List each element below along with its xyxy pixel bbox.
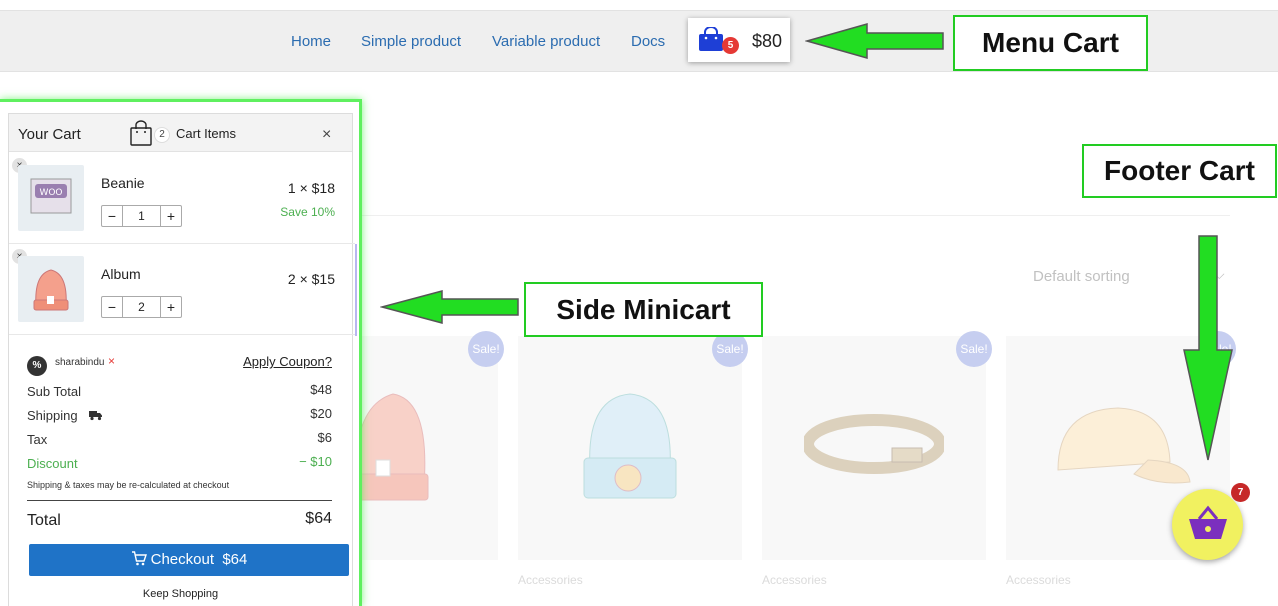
- qty-increase-button[interactable]: +: [161, 206, 181, 226]
- cart-item-price: 2 × $15: [287, 271, 335, 287]
- cart-item: × Album − 2 + 2 × $15: [9, 244, 355, 335]
- footer-cart-button[interactable]: [1172, 489, 1243, 560]
- qty-decrease-button[interactable]: −: [102, 297, 122, 317]
- sorting-select[interactable]: Default sorting: [1033, 268, 1130, 285]
- truck-icon: [89, 408, 103, 426]
- side-minicart-annotation: Side Minicart: [524, 282, 763, 337]
- svg-text:WOO: WOO: [39, 188, 62, 198]
- minicart-count-badge: 2: [154, 127, 170, 143]
- product-category: Accessories: [762, 573, 827, 587]
- nav-link-variable-product[interactable]: Variable product: [492, 33, 600, 50]
- cap-image: [1057, 407, 1191, 484]
- shipping-label: Shipping: [27, 408, 78, 423]
- shipping-value: $20: [310, 406, 332, 421]
- checkout-label: Checkout: [150, 551, 214, 568]
- product-card[interactable]: [518, 336, 742, 560]
- product-thumbnail: [18, 256, 84, 322]
- qty-decrease-button[interactable]: −: [102, 206, 122, 226]
- scrollbar[interactable]: [355, 244, 357, 336]
- product-thumbnail: WOO: [18, 165, 84, 231]
- beanie-with-logo-image: [583, 393, 677, 499]
- minicart-panel: Your Cart 2 Cart Items × ×: [8, 113, 357, 606]
- discount-value: − $10: [299, 454, 332, 469]
- basket-icon: [1189, 505, 1227, 539]
- arrow-left-icon: [380, 290, 519, 324]
- divider: [360, 215, 1230, 216]
- nav-link-home[interactable]: Home: [291, 33, 331, 50]
- footer-cart-count-badge: 7: [1231, 483, 1250, 502]
- quantity-stepper: − 1 +: [101, 205, 182, 227]
- product-category: Accessories: [1006, 573, 1071, 587]
- shopping-bag-icon: [130, 120, 152, 151]
- product-card[interactable]: [762, 336, 986, 560]
- menu-cart[interactable]: 5 $80: [688, 18, 790, 62]
- arrow-down-icon: [1183, 235, 1233, 461]
- cart-item-savings: Save 10%: [280, 205, 335, 219]
- discount-label: Discount: [27, 456, 78, 471]
- total-value: $64: [305, 510, 332, 527]
- nav-link-docs[interactable]: Docs: [631, 33, 665, 50]
- nav-link-simple-product[interactable]: Simple product: [361, 33, 461, 50]
- page: Home Simple product Variable product Doc…: [0, 0, 1278, 606]
- tax-label: Tax: [27, 432, 48, 447]
- sale-badge: Sale!: [956, 331, 992, 367]
- minicart-title: Your Cart: [18, 126, 81, 143]
- qty-input[interactable]: 2: [122, 297, 161, 317]
- coupon-icon: %: [27, 356, 47, 376]
- shopping-bag-icon: [698, 26, 724, 56]
- minicart-header: Your Cart 2 Cart Items ×: [9, 114, 352, 152]
- shipping-note: Shipping & taxes may be re-calculated at…: [27, 480, 230, 490]
- minicart-items-label: Cart Items: [176, 126, 236, 141]
- quantity-stepper: − 2 +: [101, 296, 182, 318]
- menu-cart-annotation: Menu Cart: [953, 15, 1148, 71]
- qty-increase-button[interactable]: +: [161, 297, 181, 317]
- qty-input[interactable]: 1: [122, 206, 161, 226]
- side-minicart: Your Cart 2 Cart Items × ×: [0, 99, 362, 606]
- cart-item-name: Album: [101, 266, 141, 282]
- cart-item-name: Beanie: [101, 175, 145, 191]
- remove-coupon-icon[interactable]: ×: [108, 354, 115, 368]
- menu-cart-count-badge: 5: [722, 37, 739, 54]
- checkout-amount: $64: [222, 551, 248, 568]
- menu-cart-amount: $80: [752, 31, 783, 51]
- cart-icon: [131, 546, 147, 578]
- subtotal-value: $48: [310, 382, 332, 397]
- apply-coupon-link[interactable]: Apply Coupon?: [243, 354, 332, 369]
- tax-value: $6: [317, 430, 332, 445]
- checkout-button[interactable]: Checkout $64: [29, 544, 349, 576]
- footer-cart-annotation: Footer Cart: [1082, 144, 1277, 198]
- cart-item-price: 1 × $18: [287, 180, 335, 196]
- belt-image: [804, 414, 944, 474]
- total-label: Total: [27, 512, 61, 529]
- coupon-code: sharabindu: [55, 357, 105, 368]
- subtotal-label: Sub Total: [27, 384, 81, 399]
- product-category: Accessories: [518, 573, 583, 587]
- sale-badge: Sale!: [468, 331, 504, 367]
- close-icon[interactable]: ×: [322, 126, 331, 144]
- total-divider: [27, 500, 332, 501]
- keep-shopping-link[interactable]: Keep Shopping: [9, 588, 352, 600]
- arrow-left-icon: [805, 23, 944, 59]
- product-card[interactable]: [351, 336, 498, 560]
- cart-item: × WOO Beanie − 1 + 1 × $18 Save 10%: [9, 153, 355, 244]
